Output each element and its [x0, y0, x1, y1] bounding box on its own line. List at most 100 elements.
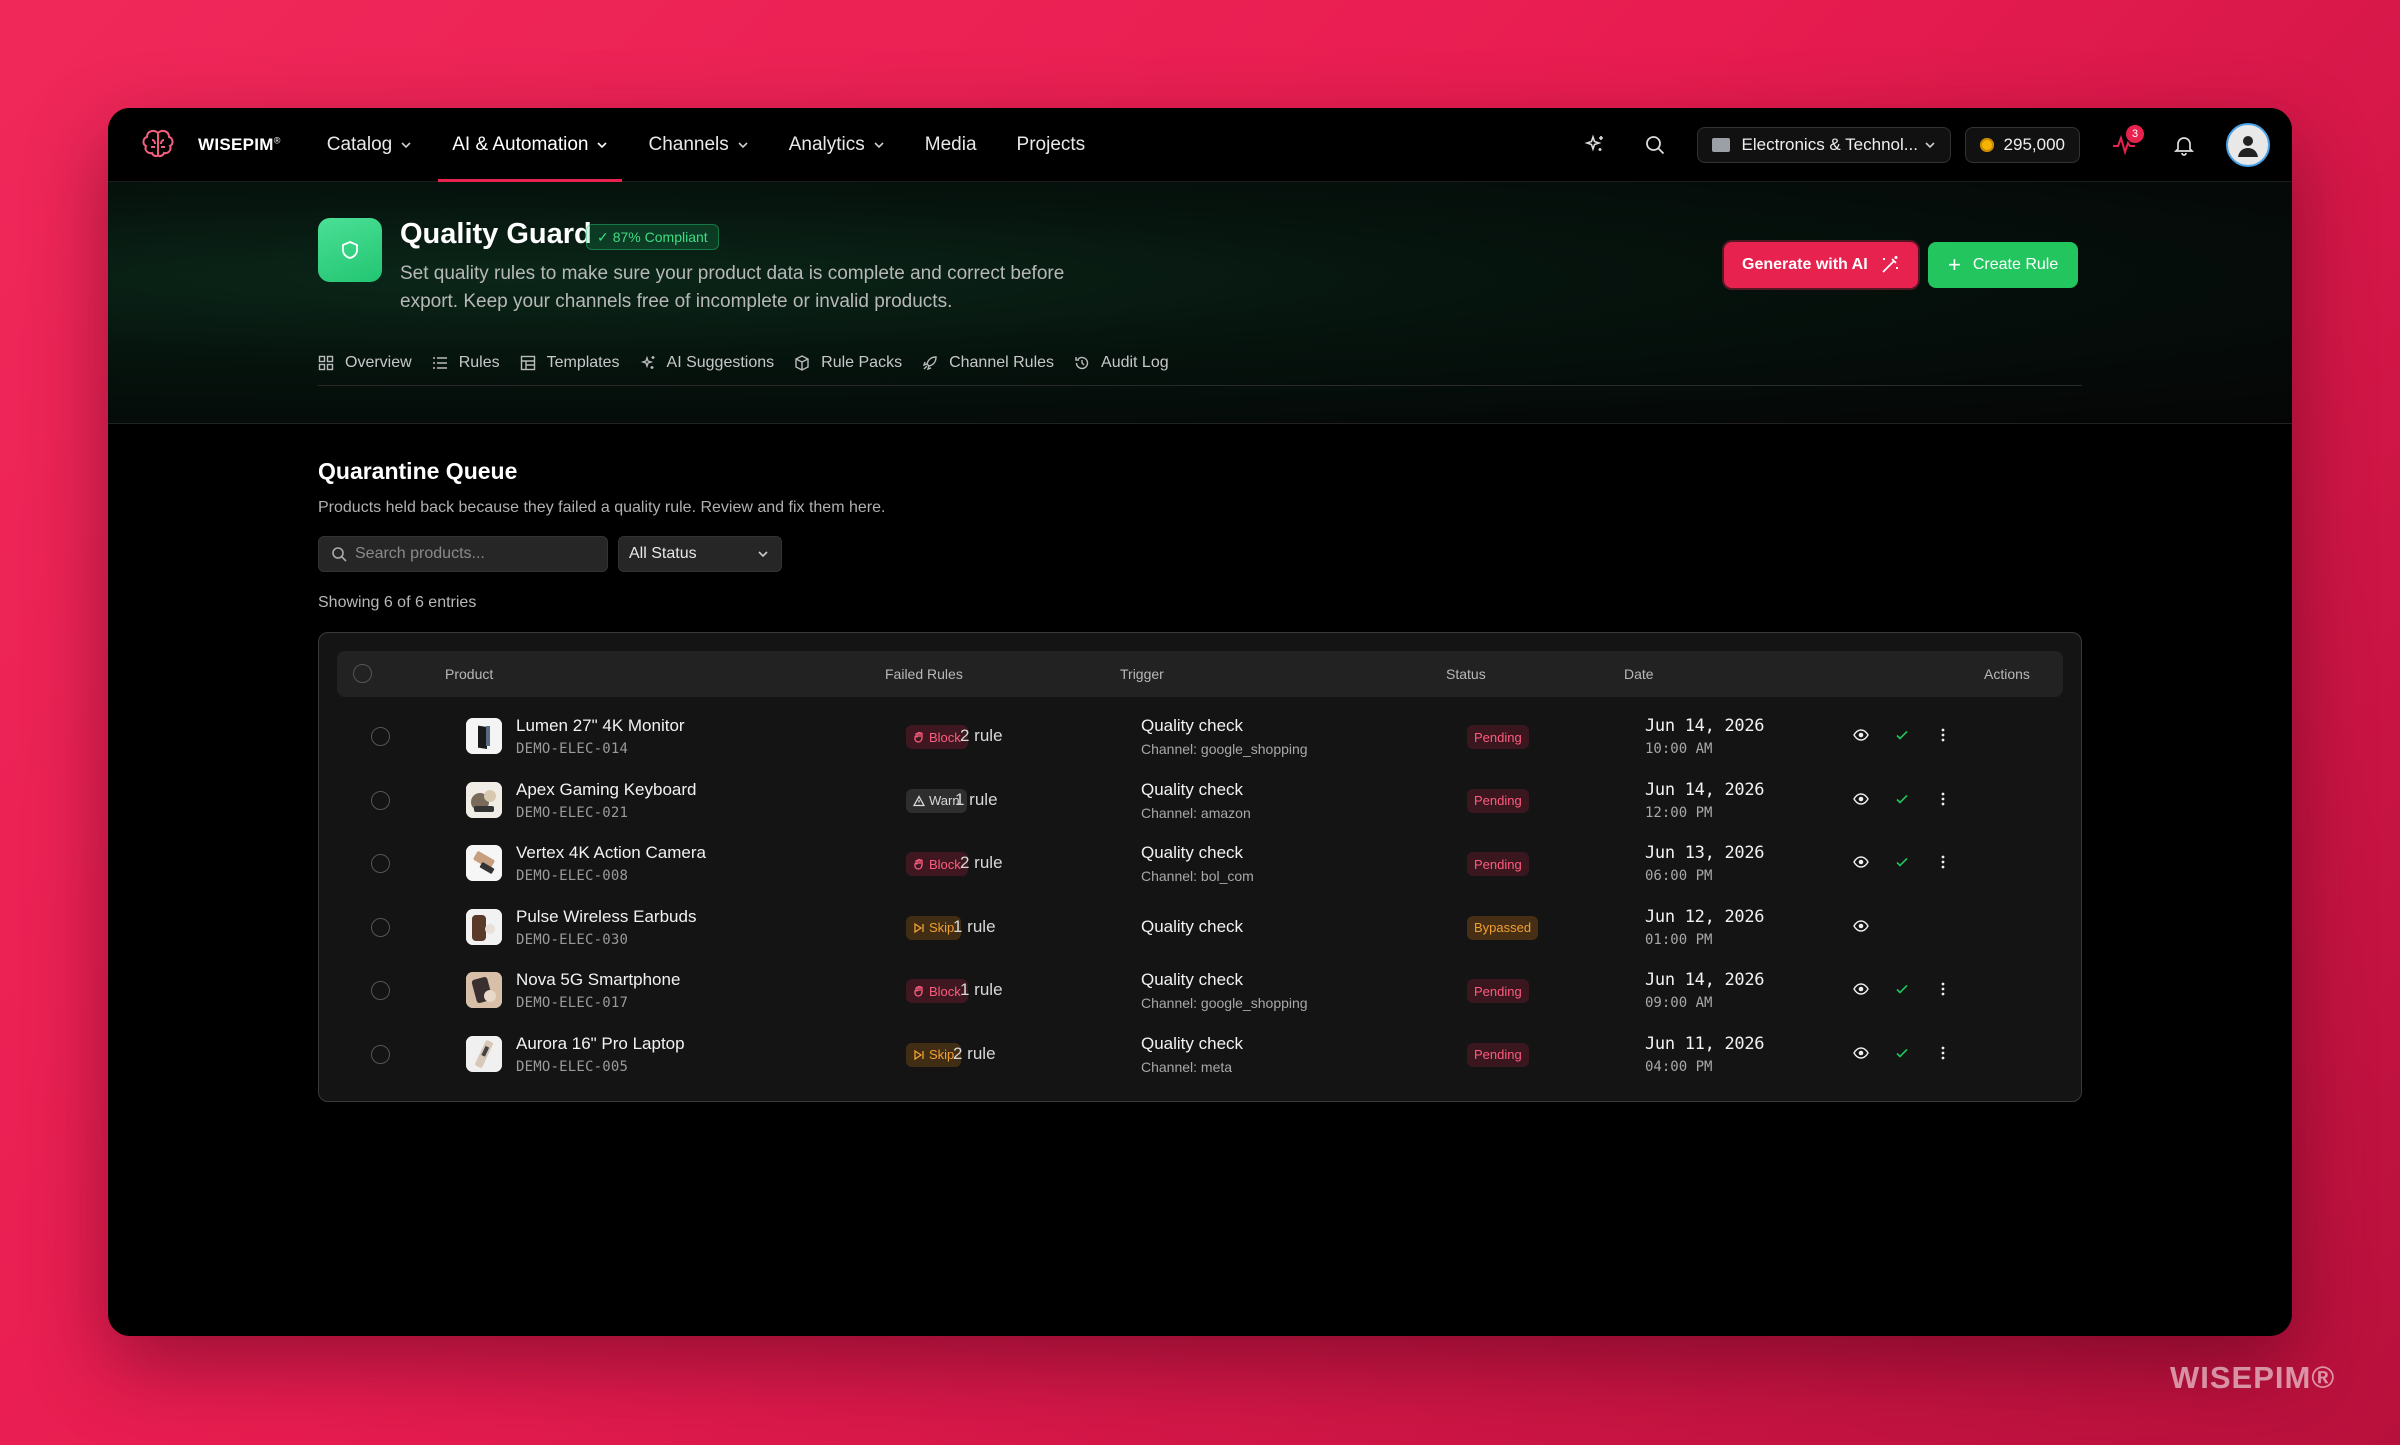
- row-checkbox[interactable]: [371, 1044, 390, 1064]
- failed-rule-count: 2 rule: [953, 1043, 996, 1063]
- tab-rule-packs[interactable]: Rule Packs: [794, 348, 902, 386]
- search-input[interactable]: Search products...: [318, 536, 608, 572]
- row-checkbox[interactable]: [371, 790, 390, 810]
- table-row: Aurora 16" Pro Laptop DEMO-ELEC-005 Skip 2 …: [337, 1023, 2063, 1087]
- nav-catalog[interactable]: Catalog: [313, 108, 427, 182]
- list-icon: [432, 356, 447, 369]
- view-button[interactable]: [1853, 791, 1869, 812]
- check-icon: [1896, 1048, 1908, 1058]
- notifications-button[interactable]: [2166, 127, 2202, 163]
- product-sku: DEMO-ELEC-014: [516, 741, 629, 757]
- quality-guard-shield-icon: [318, 218, 382, 282]
- page-title: Quality Guard: [400, 218, 592, 250]
- view-button[interactable]: [1853, 981, 1869, 1002]
- failed-rule-count: 1 rule: [953, 916, 996, 936]
- product-name[interactable]: Lumen 27" 4K Monitor: [516, 716, 685, 736]
- ai-sparkle-button[interactable]: [1577, 127, 1613, 163]
- approve-button[interactable]: [1894, 981, 1910, 1002]
- row-checkbox[interactable]: [371, 727, 390, 746]
- nav-projects[interactable]: Projects: [1003, 108, 1100, 182]
- watermark: WISEPIM®: [2170, 1360, 2336, 1395]
- nav-media[interactable]: Media: [911, 108, 991, 182]
- user-avatar[interactable]: [2226, 123, 2270, 167]
- topbar-actions: Electronics & Technol... 295,000 3: [1577, 108, 2270, 182]
- column-trigger: Trigger: [1120, 666, 1164, 682]
- activity-button[interactable]: 3: [2106, 125, 2144, 163]
- product-name[interactable]: Nova 5G Smartphone: [516, 970, 680, 990]
- main-nav: Catalog AI & Automation Channels Analyti…: [313, 108, 1111, 182]
- check-icon: [1896, 794, 1908, 804]
- check-icon: [1896, 858, 1908, 867]
- workspace-selector[interactable]: Electronics & Technol...: [1696, 127, 1951, 163]
- tab-label: AI Suggestions: [666, 353, 775, 371]
- approve-button[interactable]: [1894, 854, 1910, 875]
- status-badge: Pending: [1467, 852, 1529, 877]
- approve-button[interactable]: [1894, 791, 1910, 812]
- product-name[interactable]: Vertex 4K Action Camera: [516, 843, 706, 863]
- more-options-button[interactable]: [1935, 1045, 1951, 1066]
- trigger-type: Quality check: [1141, 970, 1244, 990]
- create-label: Create Rule: [1972, 256, 2059, 273]
- generate-with-ai-button[interactable]: Generate with AI: [1724, 242, 1918, 288]
- select-all-checkbox[interactable]: [353, 664, 372, 683]
- search-button[interactable]: [1637, 127, 1673, 163]
- product-thumbnail: [466, 718, 502, 754]
- row-checkbox[interactable]: [371, 854, 390, 874]
- brand-logo[interactable]: WISEPIM®: [138, 125, 281, 165]
- more-options-button[interactable]: [1935, 791, 1951, 812]
- chevron-down-icon: [401, 141, 411, 148]
- product-thumbnail: [466, 781, 502, 818]
- eye-icon: [1853, 983, 1869, 996]
- nav-ai-automation[interactable]: AI & Automation: [438, 108, 623, 182]
- nav-analytics[interactable]: Analytics: [775, 108, 899, 182]
- status-badge: Pending: [1467, 979, 1529, 1004]
- eye-icon: [1853, 792, 1869, 805]
- product-name[interactable]: Apex Gaming Keyboard: [516, 780, 697, 800]
- create-rule-button[interactable]: + Create Rule: [1928, 242, 2079, 288]
- more-options-button[interactable]: [1935, 727, 1951, 748]
- quality-guard-tabs: Overview Rules Templates AI Suggestions …: [318, 348, 2082, 386]
- nav-channels[interactable]: Channels: [634, 108, 762, 182]
- product-thumbnail: [466, 1035, 502, 1072]
- check-icon: ✓: [597, 228, 609, 245]
- tab-overview[interactable]: Overview: [318, 348, 412, 386]
- section-description: Products held back because they failed a…: [318, 499, 886, 516]
- view-button[interactable]: [1853, 727, 1869, 748]
- tab-templates[interactable]: Templates: [520, 348, 620, 386]
- view-button[interactable]: [1853, 1045, 1869, 1066]
- activity-count-badge: 3: [2126, 125, 2144, 143]
- row-checkbox[interactable]: [371, 981, 390, 1001]
- product-name[interactable]: Pulse Wireless Earbuds: [516, 907, 696, 927]
- severity-label: Skip: [929, 1047, 955, 1063]
- tab-channel-rules[interactable]: Channel Rules: [922, 348, 1054, 386]
- trigger-type: Quality check: [1141, 843, 1244, 863]
- nav-label: Channels: [648, 133, 729, 155]
- column-product: Product: [445, 666, 494, 682]
- tab-rules[interactable]: Rules: [432, 348, 500, 386]
- credits-balance[interactable]: 295,000: [1964, 127, 2080, 163]
- approve-button[interactable]: [1894, 1045, 1910, 1066]
- more-options-button[interactable]: [1935, 981, 1951, 1002]
- status-filter-select[interactable]: All Status: [618, 536, 782, 572]
- sparkle-icon: [640, 355, 655, 369]
- status-badge: Pending: [1467, 725, 1529, 749]
- product-sku: DEMO-ELEC-030: [516, 931, 629, 948]
- row-checkbox[interactable]: [371, 917, 390, 937]
- page-description: Set quality rules to make sure your prod…: [400, 263, 1065, 312]
- trigger-channel: Channel: meta: [1141, 1058, 1233, 1075]
- credits-value: 295,000: [2003, 135, 2065, 154]
- tab-audit-log[interactable]: Audit Log: [1074, 348, 1169, 386]
- tab-ai-suggestions[interactable]: AI Suggestions: [640, 348, 775, 386]
- eye-icon: [1853, 920, 1869, 932]
- product-name[interactable]: Aurora 16" Pro Laptop: [516, 1034, 685, 1054]
- magic-wand-icon: [1882, 256, 1898, 273]
- view-button[interactable]: [1853, 918, 1869, 939]
- approve-button[interactable]: [1894, 727, 1910, 748]
- template-icon: [520, 355, 535, 370]
- more-options-button[interactable]: [1935, 854, 1951, 875]
- tab-label: Rule Packs: [821, 353, 903, 371]
- entries-count: Showing 6 of 6 entries: [318, 594, 477, 611]
- top-navigation-bar: WISEPIM® Catalog AI & Automation Channel…: [108, 108, 2292, 182]
- search-placeholder: Search products...: [355, 545, 485, 562]
- view-button[interactable]: [1853, 854, 1869, 875]
